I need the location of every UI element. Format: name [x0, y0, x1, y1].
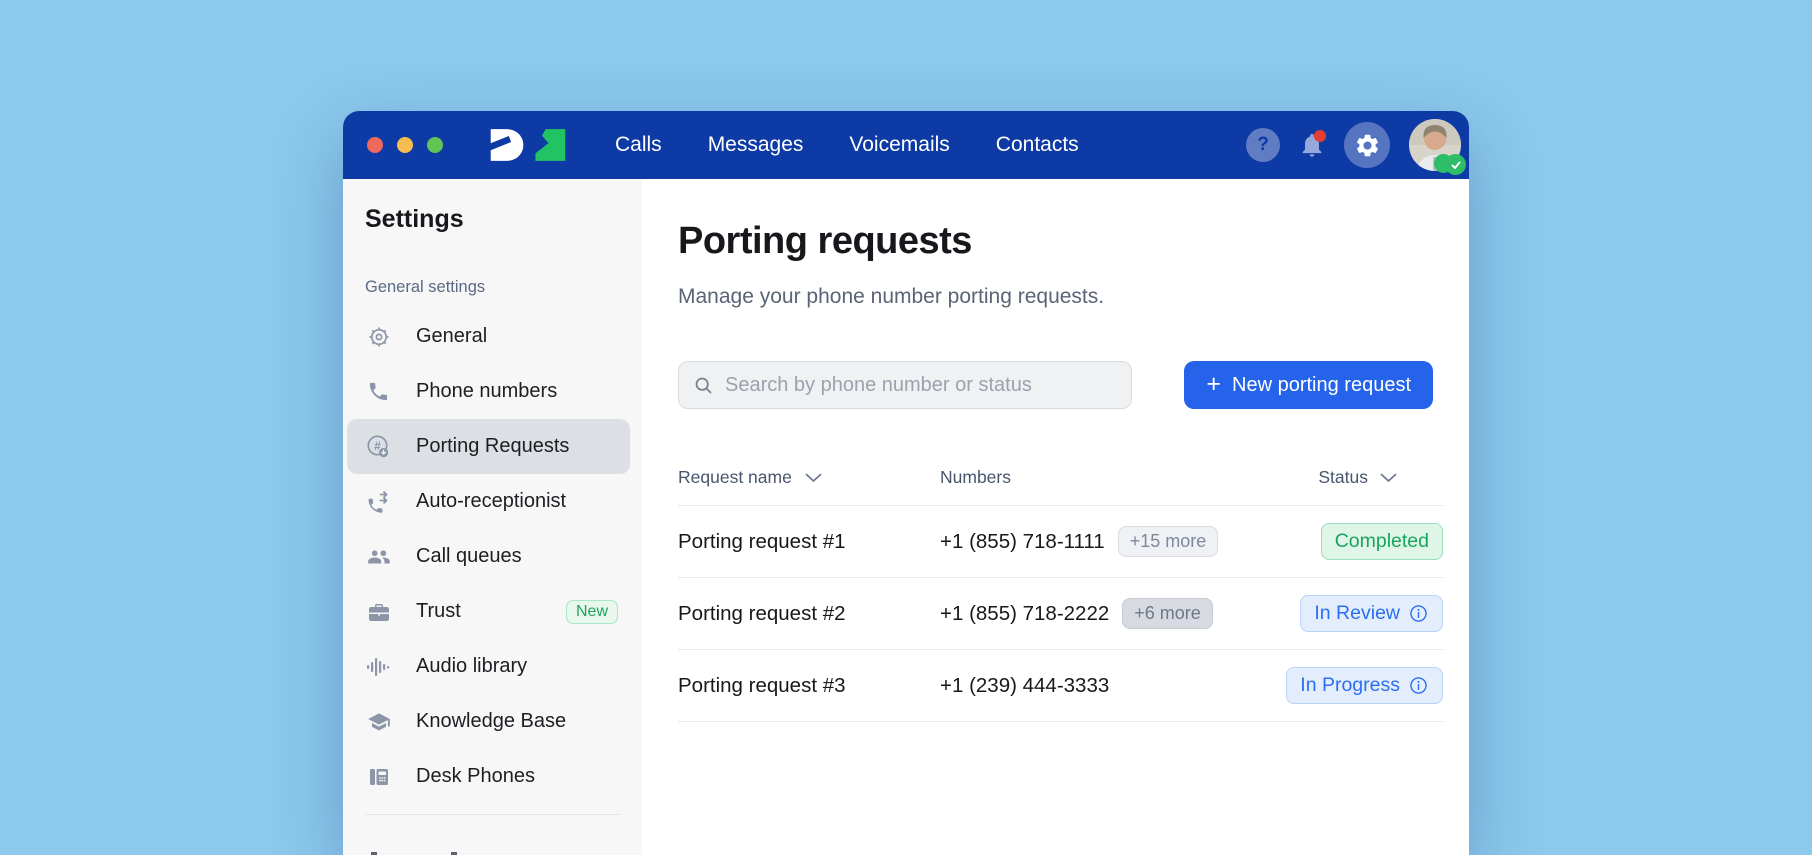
sidebar-item-auto-receptionist[interactable]: Auto-receptionist	[347, 474, 630, 529]
question-icon: ?	[1257, 134, 1269, 156]
new-porting-request-button[interactable]: + New porting request	[1184, 361, 1433, 409]
actions-row: + New porting request	[678, 361, 1443, 409]
status-label: In Review	[1314, 602, 1400, 625]
request-name: Porting request #1	[678, 530, 940, 554]
user-avatar[interactable]	[1409, 119, 1461, 171]
waveform-icon	[365, 653, 392, 680]
info-icon	[1408, 675, 1429, 696]
new-badge: New	[566, 600, 618, 624]
status-label: Completed	[1335, 530, 1429, 553]
sidebar-title: Settings	[365, 205, 642, 234]
sidebar-item-porting-requests[interactable]: # Porting Requests	[347, 419, 630, 474]
status-badge: Completed	[1321, 523, 1443, 560]
settings-button[interactable]	[1344, 122, 1390, 168]
notifications-button[interactable]	[1295, 128, 1329, 162]
search-icon	[693, 375, 714, 396]
header-numbers: Numbers	[940, 467, 1011, 488]
search-box[interactable]	[678, 361, 1132, 409]
people-icon	[365, 543, 392, 570]
notification-dot	[1314, 130, 1326, 142]
sidebar-item-label: Call queues	[416, 545, 522, 568]
info-icon	[1408, 603, 1429, 624]
phone-number: +1 (855) 718-2222	[940, 602, 1109, 626]
porting-requests-table: Request name Numbers Status	[678, 467, 1443, 722]
sidebar-item-label: Audio library	[416, 655, 527, 678]
header-request-name: Request name	[678, 467, 940, 488]
top-navigation: Calls Messages Voicemails Contacts	[615, 133, 1079, 157]
page-subtitle: Manage your phone number porting request…	[678, 285, 1443, 309]
window-controls	[367, 137, 443, 153]
sidebar-item-label: Trust	[416, 600, 461, 623]
gear-icon	[365, 323, 392, 350]
header-label: Numbers	[940, 467, 1011, 488]
sidebar-item-label: Porting Requests	[416, 435, 569, 458]
gear-icon	[1354, 132, 1381, 159]
close-window-button[interactable]	[367, 137, 383, 153]
briefcase-icon	[365, 598, 392, 625]
sidebar-item-audio-library[interactable]: Audio library	[347, 639, 630, 694]
nav-contacts[interactable]: Contacts	[996, 133, 1079, 157]
table-header-row: Request name Numbers Status	[678, 467, 1443, 506]
app-window: Calls Messages Voicemails Contacts ?	[343, 111, 1469, 855]
settings-nav: General Phone numbers #	[343, 309, 642, 804]
sidebar-item-label: General	[416, 325, 487, 348]
graduation-cap-icon	[365, 708, 392, 735]
request-name: Porting request #3	[678, 674, 940, 698]
sidebar-item-call-queues[interactable]: Call queues	[347, 529, 630, 584]
status-badge[interactable]: In Progress	[1286, 667, 1443, 704]
more-numbers-chip[interactable]: +15 more	[1118, 526, 1219, 557]
status-label: In Progress	[1300, 674, 1400, 697]
sidebar-item-desk-phones[interactable]: Desk Phones	[347, 749, 630, 804]
zoom-window-button[interactable]	[427, 137, 443, 153]
plus-icon: +	[1206, 372, 1221, 397]
help-button[interactable]: ?	[1246, 128, 1280, 162]
sidebar-item-label: Desk Phones	[416, 765, 535, 788]
titlebar: Calls Messages Voicemails Contacts ?	[343, 111, 1469, 179]
sort-chevron-icon[interactable]	[805, 473, 822, 483]
settings-sidebar: Settings General settings General	[343, 179, 642, 855]
nav-voicemails[interactable]: Voicemails	[849, 133, 949, 157]
dialpad-logo	[487, 125, 569, 165]
sidebar-item-trust[interactable]: Trust New	[347, 584, 630, 639]
search-input[interactable]	[725, 374, 1117, 397]
sidebar-section-label: General settings	[365, 278, 642, 297]
page-title: Porting requests	[678, 220, 1443, 263]
phone-number: +1 (239) 444-3333	[940, 674, 1109, 698]
desk-phone-icon	[365, 763, 392, 790]
sidebar-item-label: Phone numbers	[416, 380, 557, 403]
app-body: Settings General settings General	[343, 179, 1469, 855]
status-badge[interactable]: In Review	[1300, 595, 1443, 632]
phone-icon	[365, 378, 392, 405]
new-porting-request-label: New porting request	[1232, 374, 1411, 397]
sidebar-item-knowledge-base[interactable]: Knowledge Base	[347, 694, 630, 749]
header-label: Status	[1318, 467, 1368, 488]
sidebar-item-phone-numbers[interactable]: Phone numbers	[347, 364, 630, 419]
hash-port-icon: #	[365, 433, 392, 460]
desktop: { "topbar": { "nav_items": ["Calls", "Me…	[0, 0, 1812, 855]
request-name: Porting request #2	[678, 602, 940, 626]
table-row[interactable]: Porting request #1 +1 (855) 718-1111 +15…	[678, 506, 1443, 578]
more-numbers-chip[interactable]: +6 more	[1122, 598, 1213, 629]
nav-calls[interactable]: Calls	[615, 133, 662, 157]
nav-messages[interactable]: Messages	[708, 133, 804, 157]
call-split-icon	[365, 488, 392, 515]
porting-requests-page: Porting requests Manage your phone numbe…	[642, 179, 1469, 855]
status-check-icon	[1445, 154, 1466, 175]
topbar-actions: ?	[1246, 119, 1461, 171]
sidebar-item-label: Knowledge Base	[416, 710, 566, 733]
sidebar-item-general[interactable]: General	[347, 309, 630, 364]
header-label: Request name	[678, 467, 792, 488]
table-row[interactable]: Porting request #2 +1 (855) 718-2222 +6 …	[678, 578, 1443, 650]
sort-chevron-icon[interactable]	[1380, 473, 1397, 483]
header-status: Status	[1318, 467, 1397, 488]
sidebar-divider	[365, 814, 620, 815]
minimize-window-button[interactable]	[397, 137, 413, 153]
table-row[interactable]: Porting request #3 +1 (239) 444-3333 In …	[678, 650, 1443, 722]
phone-number: +1 (855) 718-1111	[940, 530, 1105, 554]
sidebar-item-label: Auto-receptionist	[416, 490, 566, 513]
